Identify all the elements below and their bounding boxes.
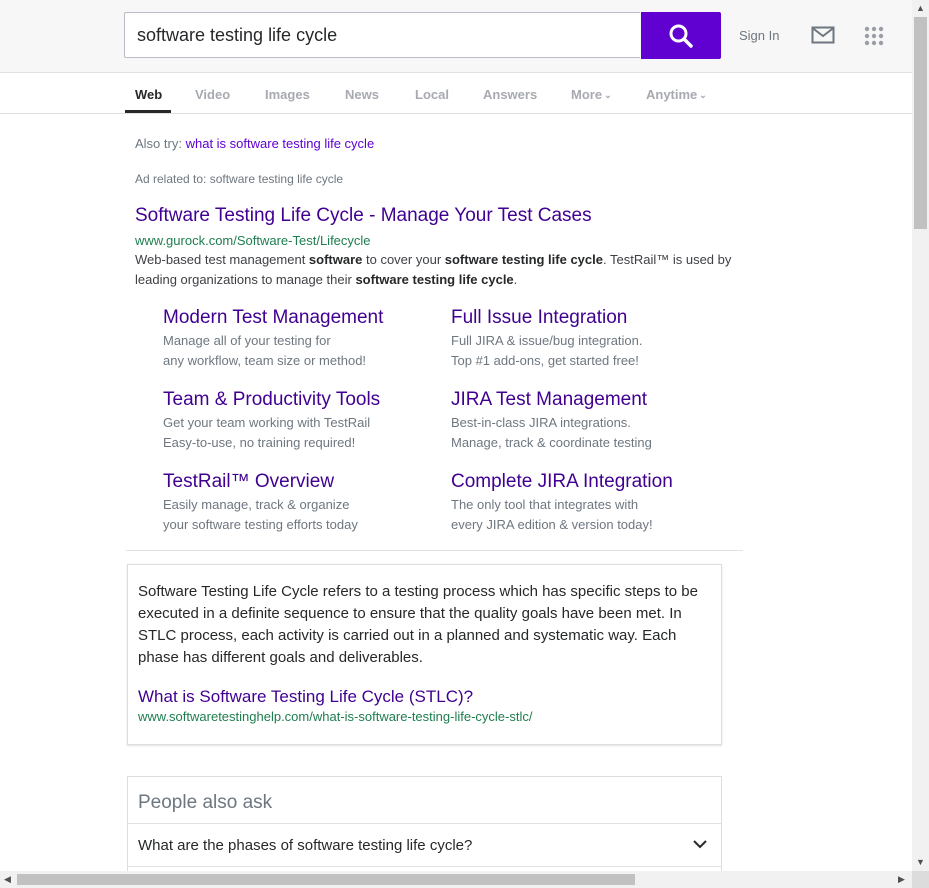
tab-video[interactable]: Video xyxy=(195,87,230,102)
tab-web[interactable]: Web xyxy=(135,87,162,102)
chevron-down-icon: ⌄ xyxy=(699,90,707,100)
answer-card: Software Testing Life Cycle refers to a … xyxy=(127,564,722,745)
divider xyxy=(128,823,721,824)
header-bar: Sign In xyxy=(0,0,912,73)
ad-description-text: to cover your xyxy=(362,252,445,267)
vertical-tabs: Web Video Images News Local Answers More… xyxy=(0,73,912,114)
active-tab-indicator xyxy=(125,110,171,113)
ad-description: Web-based test management software to co… xyxy=(135,250,735,290)
tab-anytime[interactable]: Anytime ⌄ xyxy=(646,87,707,102)
apps-grid-icon[interactable] xyxy=(864,26,884,46)
sitelink-description: Full JIRA & issue/bug integration. Top #1… xyxy=(451,331,643,371)
scroll-right-icon[interactable]: ▶ xyxy=(898,874,905,885)
sitelink-line: Top #1 add-ons, get started free! xyxy=(451,353,639,368)
answer-link[interactable]: What is Software Testing Life Cycle (STL… xyxy=(138,687,473,707)
chevron-down-icon: ⌄ xyxy=(604,90,612,100)
sitelink-description: Easily manage, track & organize your soft… xyxy=(163,495,358,535)
answer-text: Software Testing Life Cycle refers to a … xyxy=(138,583,698,666)
vertical-scrollbar-thumb[interactable] xyxy=(914,17,927,229)
scroll-left-icon[interactable]: ◀ xyxy=(4,874,11,885)
also-try-prefix: Also try: xyxy=(135,136,182,151)
tab-local[interactable]: Local xyxy=(415,87,449,102)
ad-description-highlight: software testing life cycle xyxy=(444,252,603,267)
horizontal-scrollbar-thumb[interactable] xyxy=(17,874,635,885)
sitelink-title[interactable]: TestRail™ Overview xyxy=(163,471,334,493)
divider xyxy=(128,866,721,867)
scroll-up-icon[interactable]: ▲ xyxy=(916,3,925,13)
sitelink-title[interactable]: Complete JIRA Integration xyxy=(451,471,673,493)
horizontal-scrollbar[interactable]: ◀ ▶ xyxy=(0,871,912,888)
sitelink-title[interactable]: JIRA Test Management xyxy=(451,389,647,411)
search-box[interactable] xyxy=(124,12,640,58)
search-icon xyxy=(669,24,693,48)
sitelink-line: Full JIRA & issue/bug integration. xyxy=(451,333,643,348)
scrollbar-corner xyxy=(912,871,929,888)
also-try: Also try: what is software testing life … xyxy=(135,136,374,151)
sitelink-line: The only tool that integrates with xyxy=(451,497,639,512)
sitelink-line: Get your team working with TestRail xyxy=(163,415,371,430)
chevron-down-icon[interactable] xyxy=(693,839,707,849)
sitelink-line: every JIRA edition & version today! xyxy=(451,517,653,532)
tab-answers[interactable]: Answers xyxy=(483,87,537,102)
sitelink-title[interactable]: Team & Productivity Tools xyxy=(163,389,380,411)
tab-anytime-label: Anytime xyxy=(646,87,698,102)
sitelink-description: The only tool that integrates with every … xyxy=(451,495,653,535)
divider xyxy=(126,550,743,551)
ad-title-link[interactable]: Software Testing Life Cycle - Manage You… xyxy=(135,205,592,227)
vertical-scrollbar[interactable]: ▲ ▼ xyxy=(912,0,929,871)
sitelink-title[interactable]: Modern Test Management xyxy=(163,307,383,329)
ad-description-text: Web-based test management xyxy=(135,252,309,267)
tab-more-label: More xyxy=(571,87,603,102)
ad-description-highlight: software xyxy=(308,252,363,267)
ad-label: Ad related to: software testing life cyc… xyxy=(135,172,344,186)
also-try-link[interactable]: what is software testing life cycle xyxy=(186,136,375,151)
sitelink-description: Get your team working with TestRail Easy-… xyxy=(163,413,370,453)
people-also-ask-title: People also ask xyxy=(138,792,273,813)
sitelink-line: any workflow, team size or method! xyxy=(163,353,367,368)
tab-more[interactable]: More ⌄ xyxy=(571,87,612,102)
sitelink-line: Easy-to-use, no training required! xyxy=(163,435,356,450)
ad-description-highlight: software testing life cycle xyxy=(355,272,514,287)
question-item[interactable]: What are the phases of software testing … xyxy=(138,837,472,854)
sitelink-title[interactable]: Full Issue Integration xyxy=(451,307,627,329)
answer-url[interactable]: www.softwaretestinghelp.com/what-is-soft… xyxy=(138,709,532,724)
tab-news[interactable]: News xyxy=(345,87,379,102)
sitelink-line: your software testing efforts today xyxy=(163,517,358,532)
sitelink-line: Manage, track & coordinate testing xyxy=(451,435,652,450)
scroll-down-icon[interactable]: ▼ xyxy=(916,857,925,867)
sitelink-line: Best-in-class JIRA integrations. xyxy=(451,415,631,430)
sitelink-description: Manage all of your testing for any workfl… xyxy=(163,331,366,371)
ad-url[interactable]: www.gurock.com/Software-Test/Lifecycle xyxy=(135,233,371,248)
ad-description-text: . xyxy=(513,272,518,287)
search-input[interactable] xyxy=(135,24,629,47)
mail-icon[interactable] xyxy=(811,26,835,44)
sign-in-link[interactable]: Sign In xyxy=(739,28,779,43)
search-button[interactable] xyxy=(641,12,721,59)
sitelink-line: Manage all of your testing for xyxy=(163,333,331,348)
sitelink-description: Best-in-class JIRA integrations. Manage, … xyxy=(451,413,652,453)
sitelink-line: Easily manage, track & organize xyxy=(163,497,350,512)
tab-images[interactable]: Images xyxy=(265,87,310,102)
